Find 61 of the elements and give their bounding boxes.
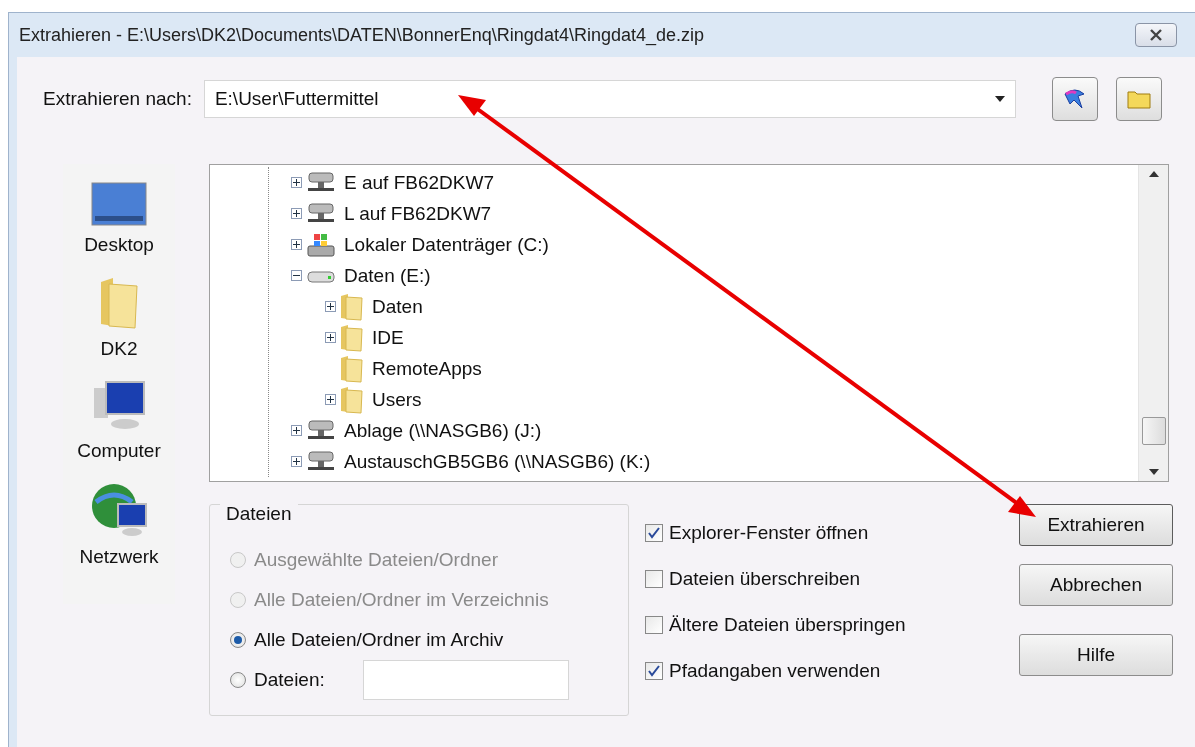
dialog-button[interactable]: Abbrechen [1019, 564, 1173, 606]
folder-icon [99, 276, 139, 330]
tree-item[interactable]: Daten [372, 295, 423, 318]
collapse-icon[interactable] [291, 270, 302, 281]
system-drive-icon [306, 231, 336, 258]
folder-icon [340, 292, 364, 321]
close-button[interactable] [1135, 23, 1177, 47]
tree-item[interactable]: Lokaler Datenträger (C:) [344, 233, 549, 256]
expand-icon[interactable] [325, 301, 336, 312]
expand-icon[interactable] [325, 332, 336, 343]
place-item[interactable]: Desktop [84, 182, 154, 256]
scroll-down-icon[interactable] [1148, 469, 1159, 475]
radio-label[interactable]: Alle Dateien/Ordner im Archiv [254, 629, 504, 651]
tree-item[interactable]: L auf FB62DKW7 [344, 202, 492, 225]
checkbox-label[interactable]: Dateien überschreiben [669, 568, 861, 590]
input-field[interactable] [362, 660, 569, 700]
checkbox[interactable] [645, 570, 663, 588]
globe-monitor-icon [90, 482, 148, 538]
expand-icon[interactable] [325, 394, 336, 405]
tree-item[interactable]: Users [372, 388, 422, 411]
swirl-arrow-button[interactable] [1051, 77, 1098, 121]
tree-item[interactable]: AustauschGB5GB6 (\\NASGB6) (K:) [344, 450, 651, 473]
folder-icon [340, 354, 364, 383]
checkbox[interactable] [645, 616, 663, 634]
folder-icon [340, 385, 364, 414]
radio-button[interactable] [230, 672, 246, 688]
tree-item[interactable]: Daten (E:) [344, 264, 431, 287]
computer-icon [92, 380, 146, 432]
radio-button[interactable] [230, 632, 246, 648]
folder-icon [340, 323, 364, 352]
destination-combobox[interactable]: E:\User\Futtermittel [203, 80, 1016, 118]
scrollbar[interactable] [1138, 165, 1168, 481]
expand-icon[interactable] [291, 208, 302, 219]
radio-label[interactable]: Dateien: [254, 669, 325, 691]
expand-icon[interactable] [291, 239, 302, 250]
dialog-button[interactable]: Hilfe [1019, 634, 1173, 676]
checkbox-label[interactable]: Pfadangaben verwenden [669, 660, 881, 682]
tree-item[interactable]: Ablage (\\NASGB6) (J:) [344, 419, 542, 442]
close-icon [1149, 29, 1163, 41]
expand-icon[interactable] [291, 456, 302, 467]
folder-icon [1126, 89, 1151, 109]
folder-button[interactable] [1115, 77, 1162, 121]
tree-item[interactable]: E auf FB62DKW7 [344, 171, 494, 194]
tree-item[interactable]: RemoteApps [372, 357, 482, 380]
tree-item[interactable]: IDE [372, 326, 404, 349]
place-item[interactable]: DK2 [99, 276, 139, 360]
window-title: Extrahieren - E:\Users\DK2\Documents\DATEN\BonnerEnq\Ringdat4\Ringdat4_de.zip [19, 24, 704, 46]
dialog-button[interactable]: Extrahieren [1019, 504, 1173, 546]
scroll-up-icon[interactable] [1148, 171, 1159, 177]
expand-icon[interactable] [291, 177, 302, 188]
checkbox[interactable] [645, 662, 663, 680]
field-label: Extrahieren nach: [43, 88, 192, 110]
checkbox[interactable] [645, 524, 663, 542]
place-item[interactable]: Computer [77, 380, 161, 462]
monitor-icon [91, 182, 147, 226]
checkbox-label[interactable]: Explorer-Fenster öffnen [669, 522, 869, 544]
expand-icon[interactable] [291, 425, 302, 436]
place-item[interactable]: Netzwerk [79, 482, 159, 568]
checkbox-label[interactable]: Ältere Dateien überspringen [669, 614, 906, 636]
dropdown-arrow-icon [994, 96, 1005, 102]
scroll-thumb[interactable] [1141, 417, 1166, 445]
